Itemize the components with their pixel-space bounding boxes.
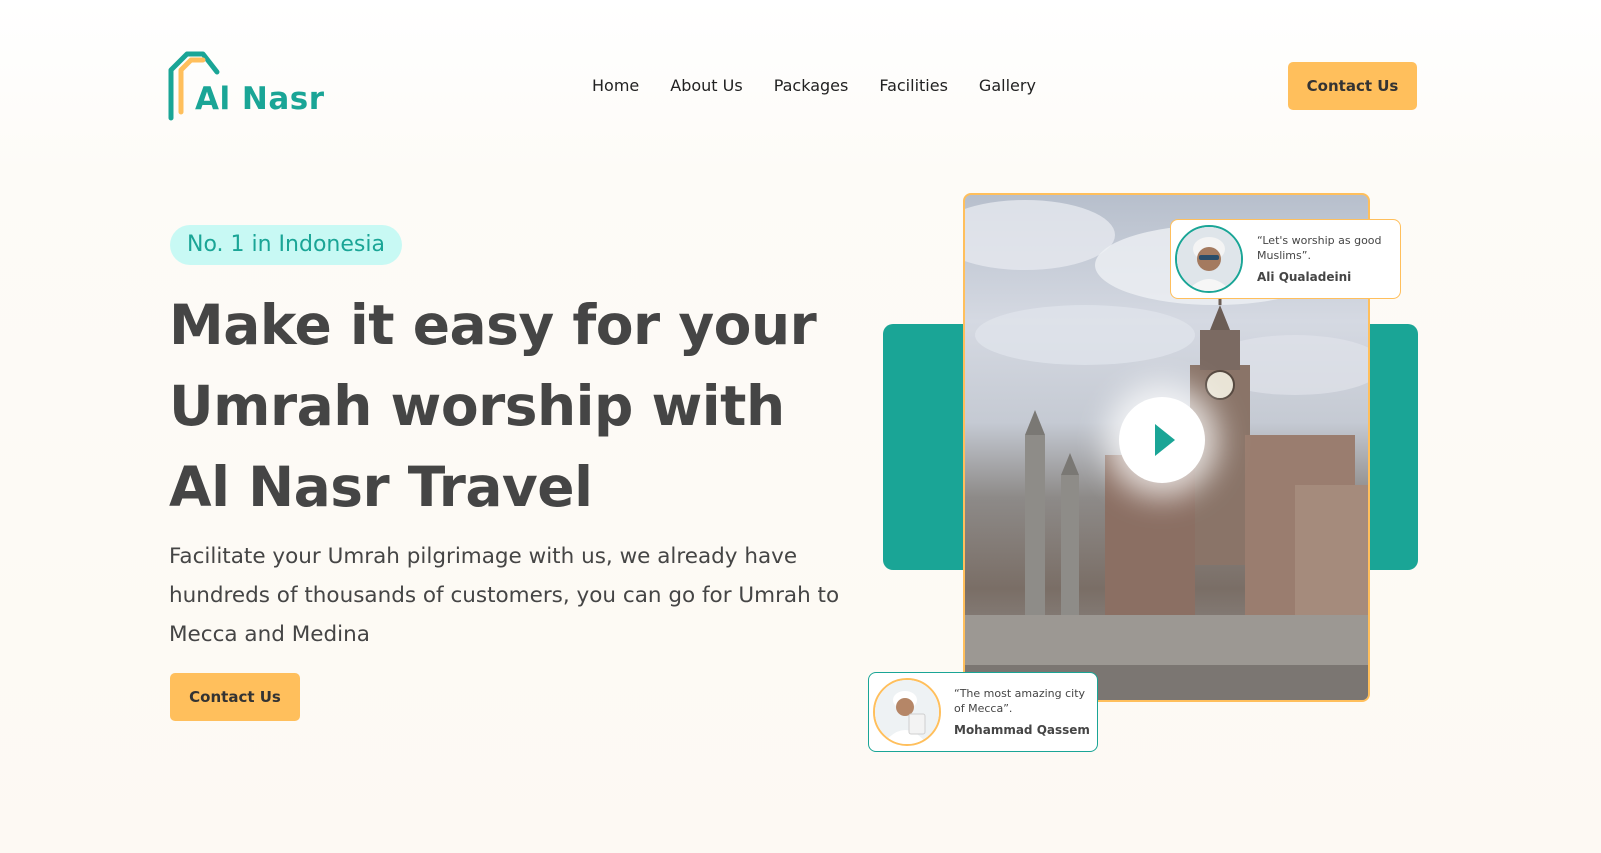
play-video-button[interactable] xyxy=(1119,397,1205,483)
nav-gallery[interactable]: Gallery xyxy=(979,74,1036,98)
nav-facilities[interactable]: Facilities xyxy=(879,74,948,98)
hero-description: Facilitate your Umrah pilgrimage with us… xyxy=(169,544,840,647)
testimonial-author: Ali Qualadeini xyxy=(1257,270,1352,284)
main-nav: Home About Us Packages Facilities Galler… xyxy=(592,74,1067,98)
site-header: Al Nasr Home About Us Packages Facilitie… xyxy=(0,0,1601,172)
nav-packages[interactable]: Packages xyxy=(774,74,849,98)
hero-contact-button[interactable]: Contact Us xyxy=(170,673,300,721)
rank-badge: No. 1 in Indonesia xyxy=(170,225,402,265)
testimonial-author: Mohammad Qassem xyxy=(954,723,1090,737)
logo[interactable]: Al Nasr xyxy=(167,50,324,122)
nav-home[interactable]: Home xyxy=(592,74,639,98)
logo-wordmark: Al Nasr xyxy=(195,81,325,117)
play-icon xyxy=(1155,424,1175,456)
avatar xyxy=(1175,225,1243,293)
nav-about-us[interactable]: About Us xyxy=(670,74,742,98)
header-contact-button[interactable]: Contact Us xyxy=(1288,62,1417,110)
hero-title: Make it easy for your Umrah worship with… xyxy=(169,293,817,519)
testimonial-quote: “The most amazing city of Mecca”. xyxy=(954,687,1086,715)
testimonial-card: “Let's worship as good Muslims”. Ali Qua… xyxy=(1170,219,1401,299)
avatar xyxy=(873,678,941,746)
testimonial-card: “The most amazing city of Mecca”. Mohamm… xyxy=(868,672,1098,752)
testimonial-quote: “Let's worship as good Muslims”. xyxy=(1257,234,1382,262)
user-avatar-icon xyxy=(875,680,939,744)
user-avatar-icon xyxy=(1177,227,1241,291)
